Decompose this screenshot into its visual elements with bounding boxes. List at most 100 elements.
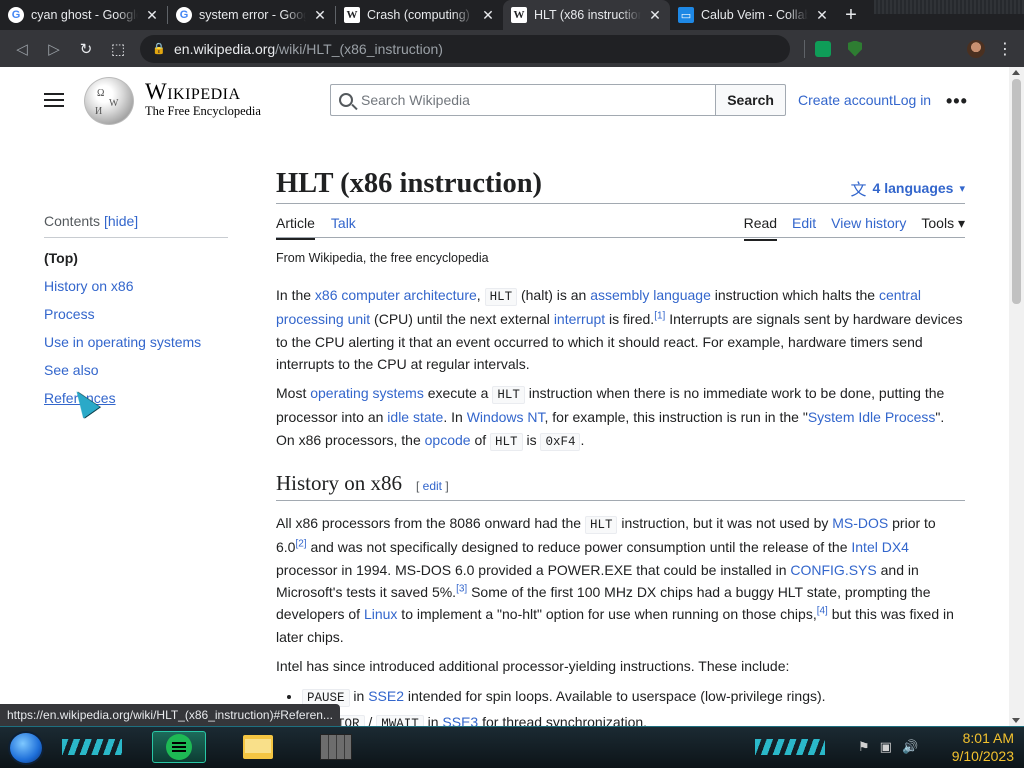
edit-section-link[interactable]: edit	[423, 479, 442, 493]
code-hlt: HLT	[484, 288, 518, 306]
code-mwait: MWAIT	[376, 715, 424, 726]
extension-shield-button[interactable]	[841, 35, 869, 63]
search-button[interactable]: Search	[715, 84, 786, 116]
log-in-link[interactable]: Log in	[893, 92, 931, 108]
link-operating-systems[interactable]: operating systems	[310, 385, 424, 401]
tab-article[interactable]: Article	[276, 215, 315, 240]
profile-button[interactable]	[962, 35, 990, 63]
link-x86-architecture[interactable]: x86 computer architecture	[315, 287, 477, 303]
close-tab-icon[interactable]: ✕	[648, 7, 662, 24]
lock-icon[interactable]: 🔒	[152, 42, 166, 55]
network-icon[interactable]: ▣	[880, 739, 892, 755]
tab-view-history[interactable]: View history	[831, 215, 906, 232]
link-sse2[interactable]: SSE2	[368, 688, 404, 704]
list-item: MONITOR / MWAIT in SSE3 for thread synch…	[302, 710, 965, 726]
create-account-link[interactable]: Create account	[798, 92, 893, 108]
tab-talk[interactable]: Talk	[331, 215, 356, 231]
toc-item-use-in-operating-systems[interactable]: Use in operating systems	[44, 328, 228, 356]
new-tab-button[interactable]: +	[837, 0, 865, 30]
code-opcode-value: 0xF4	[540, 432, 581, 451]
link-windows-nt[interactable]: Windows NT	[467, 409, 545, 425]
page-scrollbar[interactable]	[1009, 67, 1024, 726]
taskbar-app-spotify[interactable]	[152, 731, 206, 763]
brick-wall-icon	[320, 734, 352, 760]
languages-count: 4 languages	[872, 180, 954, 196]
tab-edit[interactable]: Edit	[792, 215, 816, 232]
scroll-down-icon[interactable]	[1012, 718, 1020, 723]
close-tab-icon[interactable]: ✕	[481, 7, 495, 24]
toc-item-history-on-x86[interactable]: History on x86	[44, 272, 228, 300]
browser-menu-icon[interactable]: ⋮	[994, 39, 1016, 59]
window-controls	[874, 0, 1024, 14]
link-ms-dos[interactable]: MS-DOS	[832, 515, 888, 531]
list-item: PAUSE in SSE2 intended for spin loops. A…	[302, 684, 965, 710]
scrollbar-thumb[interactable]	[1012, 79, 1021, 304]
wikipedia-globe-logo[interactable]: Ω W И	[84, 77, 134, 125]
os-taskbar: ⚑ ▣ 🔊 8:01 AM 9/10/2023	[0, 726, 1024, 768]
link-intel-dx4[interactable]: Intel DX4	[851, 539, 909, 555]
link-opcode[interactable]: opcode	[425, 432, 471, 448]
address-bar[interactable]: 🔒 en.wikipedia.org/wiki/HLT_(x86_instruc…	[140, 34, 790, 63]
toc-item-process[interactable]: Process	[44, 300, 228, 328]
url-path: /wiki/HLT_(x86_instruction)	[275, 40, 443, 57]
toc-heading: Contents [hide]	[44, 213, 228, 238]
link-system-idle-process[interactable]: System Idle Process	[808, 409, 936, 425]
section-heading-history: History on x86 [ edit ]	[276, 471, 965, 502]
table-of-contents: Contents [hide] (Top) History on x86 Pro…	[44, 213, 228, 412]
article-content: HLT (x86 instruction) 文 4 languages ▾ Ar…	[276, 167, 965, 726]
history-paragraph-2: Intel has since introduced additional pr…	[276, 657, 790, 674]
link-sse3[interactable]: SSE3	[442, 714, 478, 726]
browser-tab-5[interactable]: ▭ Calub Veim - Collab ✕	[670, 0, 837, 30]
link-config-sys[interactable]: CONFIG.SYS	[790, 562, 876, 578]
tab-title: HLT (x86 instruction)	[534, 8, 641, 22]
forward-icon[interactable]: ▷	[40, 35, 68, 63]
citation-4[interactable]: [4]	[817, 606, 828, 617]
taskbar-app-file-explorer[interactable]	[231, 731, 285, 763]
taskbar-decoration	[755, 739, 825, 755]
citation-3[interactable]: [3]	[456, 583, 467, 594]
close-tab-icon[interactable]: ✕	[145, 7, 159, 24]
flag-icon[interactable]: ⚑	[858, 739, 870, 755]
system-clock[interactable]: 8:01 AM 9/10/2023	[952, 729, 1014, 765]
more-options-icon[interactable]: •••	[946, 91, 968, 112]
link-assembly-language[interactable]: assembly language	[590, 287, 711, 303]
link-interrupt[interactable]: interrupt	[554, 311, 605, 327]
reload-icon[interactable]: ↻	[72, 35, 100, 63]
toc-hide-button[interactable]: [hide]	[104, 213, 138, 229]
lead-paragraph-2: Most operating systems execute a HLT ins…	[276, 385, 945, 451]
link-linux[interactable]: Linux	[364, 606, 397, 622]
shield-extension-icon	[848, 40, 862, 57]
wikipedia-header: Ω W И Wikipedia The Free Encyclopedia Se…	[0, 67, 1009, 133]
browser-tab-4-active[interactable]: W HLT (x86 instruction) ✕	[503, 0, 670, 30]
volume-icon[interactable]: 🔊	[902, 739, 918, 755]
browser-toolbar: ◁ ▷ ↻ ⬚ 🔒 en.wikipedia.org/wiki/HLT_(x86…	[0, 30, 1024, 67]
back-icon[interactable]: ◁	[8, 35, 36, 63]
extension-sheets-button[interactable]	[809, 35, 837, 63]
chevron-down-icon: ▾	[957, 215, 965, 231]
browser-tab-2[interactable]: G system error - Googl ✕	[168, 0, 335, 30]
browser-tab-1[interactable]: G cyan ghost - Google ✕	[0, 0, 167, 30]
close-tab-icon[interactable]: ✕	[815, 7, 829, 24]
wikipedia-wordmark[interactable]: Wikipedia The Free Encyclopedia	[145, 79, 261, 119]
taskbar-app-firewall[interactable]	[309, 731, 363, 763]
toc-title: Contents	[44, 213, 101, 229]
start-button[interactable]	[8, 731, 44, 765]
sheets-extension-icon	[815, 40, 831, 57]
language-selector[interactable]: 文 4 languages ▾	[851, 176, 965, 200]
chevron-down-icon: ▾	[959, 182, 965, 195]
link-idle-state[interactable]: idle state	[387, 409, 443, 425]
search-input[interactable]: Search Wikipedia	[330, 84, 716, 116]
toc-item-see-also[interactable]: See also	[44, 356, 228, 384]
main-menu-icon[interactable]	[44, 93, 64, 107]
toc-item-top[interactable]: (Top)	[44, 244, 228, 272]
scroll-up-icon[interactable]	[1012, 70, 1020, 75]
history-paragraph-1: All x86 processors from the 8086 onward …	[276, 515, 954, 645]
tab-read[interactable]: Read	[743, 215, 778, 241]
citation-1[interactable]: [1]	[654, 311, 665, 322]
bookmark-icon[interactable]: ⬚	[104, 35, 132, 63]
translate-icon: 文	[850, 182, 867, 199]
citation-2[interactable]: [2]	[295, 539, 306, 550]
tools-menu[interactable]: Tools ▾	[921, 215, 965, 232]
close-tab-icon[interactable]: ✕	[313, 7, 327, 24]
browser-tab-3[interactable]: W Crash (computing) - ✕	[336, 0, 503, 30]
